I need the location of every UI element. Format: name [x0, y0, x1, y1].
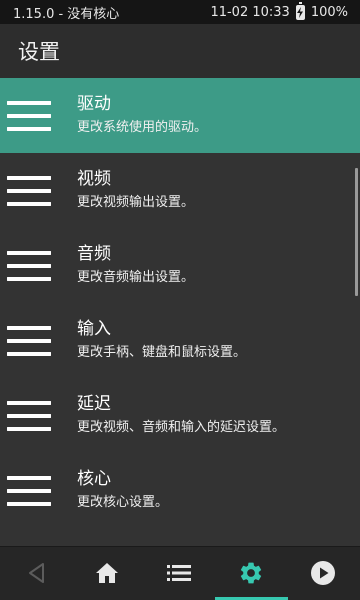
list-icon	[167, 565, 191, 581]
settings-item-input[interactable]: 输入 更改手柄、键盘和鼠标设置。	[0, 303, 360, 378]
settings-item-audio[interactable]: 音频 更改音频输出设置。	[0, 228, 360, 303]
settings-item-title: 音频	[77, 244, 111, 264]
settings-item-drivers[interactable]: 驱动 更改系统使用的驱动。	[0, 78, 360, 153]
settings-item-desc: 更改视频、音频和输入的延迟设置。	[77, 420, 286, 435]
menu-lines-icon	[7, 175, 51, 206]
battery-charging-icon	[295, 1, 305, 20]
status-bar: 1.15.0 - 没有核心 11-02 10:33 100%	[0, 0, 360, 24]
back-icon	[29, 563, 44, 583]
status-right: 11-02 10:33 100%	[210, 1, 348, 20]
status-datetime: 11-02 10:33	[210, 4, 290, 20]
battery-level: 100%	[310, 4, 348, 20]
settings-item-title: 视频	[77, 169, 111, 189]
menu-lines-icon	[7, 475, 51, 506]
page-title: 设置	[18, 40, 60, 64]
settings-item-title: 输入	[77, 319, 111, 339]
settings-gear-icon	[240, 562, 262, 584]
nav-play-button[interactable]	[303, 555, 343, 591]
settings-item-desc: 更改视频输出设置。	[77, 195, 195, 210]
menu-lines-icon	[7, 325, 51, 356]
nav-playlists-button[interactable]	[159, 555, 199, 591]
settings-item-title: 核心	[77, 469, 111, 489]
settings-item-configuration[interactable]: 配置	[0, 528, 360, 546]
nav-back-button[interactable]	[17, 555, 57, 591]
menu-lines-icon	[7, 100, 51, 131]
app-header: 设置	[0, 24, 360, 78]
settings-item-title: 延迟	[77, 394, 111, 414]
bottom-nav	[0, 546, 360, 600]
settings-item-desc: 更改系统使用的驱动。	[77, 120, 208, 135]
status-left-text: 1.15.0 - 没有核心	[13, 6, 120, 22]
play-icon	[311, 561, 335, 585]
menu-lines-icon	[7, 400, 51, 431]
home-icon	[96, 563, 118, 583]
settings-list[interactable]: 驱动 更改系统使用的驱动。 视频 更改视频输出设置。 音频 更改音频输出设置。 …	[0, 78, 360, 546]
menu-lines-icon	[7, 250, 51, 281]
settings-item-desc: 更改音频输出设置。	[77, 270, 195, 285]
nav-settings-button[interactable]	[231, 555, 271, 591]
settings-item-video[interactable]: 视频 更改视频输出设置。	[0, 153, 360, 228]
settings-item-latency[interactable]: 延迟 更改视频、音频和输入的延迟设置。	[0, 378, 360, 453]
nav-home-button[interactable]	[87, 555, 127, 591]
list-scrollbar[interactable]	[355, 168, 358, 296]
settings-item-core[interactable]: 核心 更改核心设置。	[0, 453, 360, 528]
settings-item-desc: 更改手柄、键盘和鼠标设置。	[77, 345, 247, 360]
settings-item-title: 驱动	[77, 94, 111, 114]
settings-item-desc: 更改核心设置。	[77, 495, 169, 510]
